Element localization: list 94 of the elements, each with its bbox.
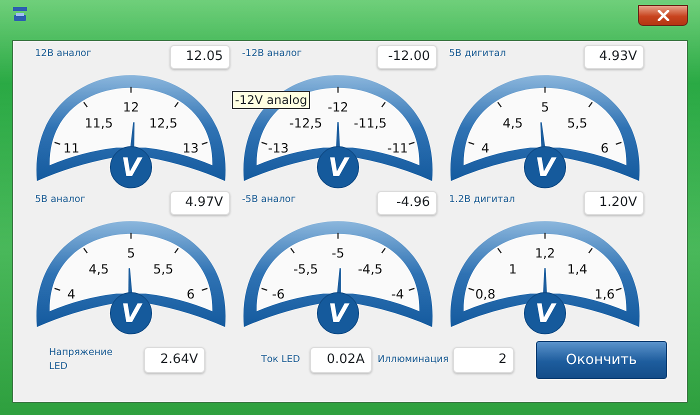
tick-mark xyxy=(261,288,268,291)
tick-mark xyxy=(130,86,132,93)
gauge-hub xyxy=(524,146,566,188)
scale-label: 1,6 xyxy=(594,288,615,303)
tick-mark xyxy=(408,288,415,291)
scale-label: 1,2 xyxy=(534,246,556,262)
tick-mark xyxy=(261,142,268,145)
scale-label: 5 xyxy=(126,246,136,262)
tick-mark xyxy=(544,86,546,93)
scale-label: 4,5 xyxy=(502,116,523,132)
tick-mark xyxy=(497,102,502,108)
gauge-label: 12В аналог xyxy=(35,47,92,61)
gauge-hub xyxy=(316,292,360,334)
tick-mark xyxy=(130,232,132,239)
tick-mark xyxy=(381,102,386,108)
reading-field: 2.64V xyxy=(144,347,206,373)
value-field: 1.20V xyxy=(584,191,644,215)
scale-label: 4 xyxy=(481,142,490,157)
scale-label: -12,5 xyxy=(289,116,322,132)
scale-label: 13 xyxy=(182,142,199,157)
tick-mark xyxy=(54,142,60,145)
tick-mark xyxy=(588,248,593,254)
finish-button[interactable]: Окончить xyxy=(536,341,667,379)
gauge-label: 5В дигитал xyxy=(449,47,506,61)
close-button[interactable] xyxy=(638,5,688,26)
gauge-hub xyxy=(316,146,360,188)
app-icon xyxy=(12,6,28,24)
hub-label: V xyxy=(535,153,555,184)
hub-label: V xyxy=(121,299,141,330)
value-field: -4.96 xyxy=(377,191,437,215)
hub-label: V xyxy=(121,153,141,184)
tick-mark xyxy=(408,142,415,145)
tick-mark xyxy=(544,232,546,239)
value-field: -12.00 xyxy=(377,45,437,69)
scale-label: 5 xyxy=(540,100,550,116)
hub-label: V xyxy=(535,299,555,330)
scale-label: 1 xyxy=(508,262,517,278)
gauge-hub xyxy=(110,146,152,188)
reading-field: 2 xyxy=(452,347,514,373)
reading-label: Иллюминация xyxy=(378,352,449,367)
value-field: 4.93V xyxy=(584,45,644,69)
scale-label: -13 xyxy=(268,142,289,157)
tick-mark xyxy=(202,288,208,291)
gauge-label: -12В аналог xyxy=(242,47,302,61)
scale-label: 6 xyxy=(600,142,609,157)
tick-mark xyxy=(202,142,208,145)
scale-label: -5,5 xyxy=(293,262,318,278)
reading-label: Ток LED xyxy=(261,352,302,367)
scale-label: 4 xyxy=(67,288,76,303)
close-icon xyxy=(656,10,670,21)
tick-mark xyxy=(174,248,179,254)
tick-mark xyxy=(468,288,474,291)
scale-label: -5 xyxy=(332,246,344,262)
tick-mark xyxy=(83,102,88,108)
gauge-label: 5В аналог xyxy=(35,193,86,207)
scale-label: 11,5 xyxy=(84,116,113,132)
tick-mark xyxy=(54,288,60,291)
value-field: 12.05 xyxy=(170,45,230,69)
tick-mark xyxy=(337,232,339,239)
tick-mark xyxy=(290,248,295,254)
scale-label: -6 xyxy=(272,288,285,303)
tick-mark xyxy=(337,86,339,93)
scale-label: -12 xyxy=(328,100,348,116)
scale-label: 12,5 xyxy=(149,116,178,132)
value-field: 4.97V xyxy=(170,191,230,215)
tooltip: -12V analog xyxy=(232,91,310,109)
tick-mark xyxy=(83,248,88,254)
scale-label: 11 xyxy=(63,142,80,157)
scale-label: 0,8 xyxy=(475,288,496,303)
scale-label: 12 xyxy=(122,100,140,116)
tick-mark xyxy=(616,142,622,145)
scale-label: -4,5 xyxy=(358,262,383,278)
reading-field: 0.02A xyxy=(310,347,372,373)
scale-label: -4 xyxy=(391,288,404,303)
tick-mark xyxy=(468,142,474,145)
gauge-label: 1.2В дигитал xyxy=(449,193,515,207)
scale-label: 5,5 xyxy=(567,116,588,132)
tick-mark xyxy=(616,288,622,291)
tick-mark xyxy=(174,102,179,108)
scale-label: 4,5 xyxy=(88,262,109,278)
tick-mark xyxy=(588,102,593,108)
tick-mark xyxy=(497,248,502,254)
reading-label: Напряжение LED xyxy=(49,346,114,374)
scale-label: 6 xyxy=(186,288,195,303)
scale-label: 5,5 xyxy=(153,262,174,278)
scale-label: -11,5 xyxy=(354,116,387,132)
gauge-hub xyxy=(524,292,566,334)
hub-label: V xyxy=(328,153,348,184)
gauge-label: -5В аналог xyxy=(242,193,296,207)
hub-label: V xyxy=(328,299,348,330)
scale-label: 1,4 xyxy=(567,262,588,278)
gauge-hub xyxy=(110,292,152,334)
scale-label: -11 xyxy=(387,142,408,157)
tick-mark xyxy=(381,248,386,254)
